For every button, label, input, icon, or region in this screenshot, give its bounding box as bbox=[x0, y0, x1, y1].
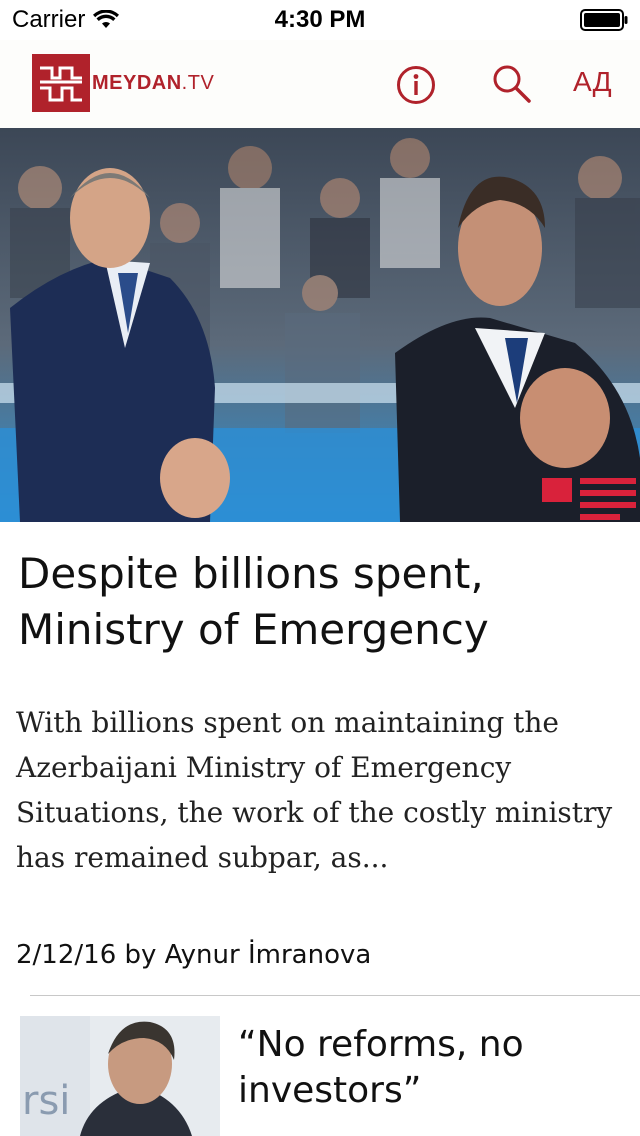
carrier-indicator: Carrier bbox=[12, 6, 120, 34]
info-icon[interactable] bbox=[395, 64, 437, 106]
carrier-label: Carrier bbox=[12, 6, 86, 33]
navbar: MEYDAN.TV АД bbox=[0, 40, 640, 128]
article-divider bbox=[30, 995, 640, 996]
logo-wordmark: MEYDAN.TV bbox=[92, 72, 214, 95]
featured-article-image[interactable] bbox=[0, 128, 640, 522]
logo-wordmark-suffix: .TV bbox=[181, 71, 215, 94]
logo-mark-icon bbox=[32, 54, 90, 112]
featured-article-summary[interactable]: With billions spent on maintaining the A… bbox=[16, 700, 621, 880]
language-toggle[interactable]: АД bbox=[573, 66, 612, 98]
logo-wordmark-main: MEYDAN bbox=[92, 71, 182, 94]
hero-photo bbox=[0, 128, 640, 522]
status-bar: Carrier 4:30 PM bbox=[0, 0, 640, 40]
meydan-tv-logo[interactable]: MEYDAN.TV bbox=[32, 54, 214, 112]
search-icon[interactable] bbox=[490, 62, 532, 104]
featured-article-byline: 2/12/16 by Aynur İmranova bbox=[16, 940, 372, 970]
next-article-thumbnail[interactable]: rsi bbox=[20, 1016, 220, 1136]
battery-icon bbox=[580, 9, 628, 31]
featured-article-headline[interactable]: Despite billions spent, Ministry of Emer… bbox=[18, 546, 618, 658]
next-article-photo: rsi bbox=[20, 1016, 220, 1136]
next-article-headline[interactable]: “No reforms, no investors” bbox=[238, 1022, 618, 1114]
svg-text:rsi: rsi bbox=[22, 1078, 70, 1124]
wifi-icon bbox=[93, 10, 120, 28]
